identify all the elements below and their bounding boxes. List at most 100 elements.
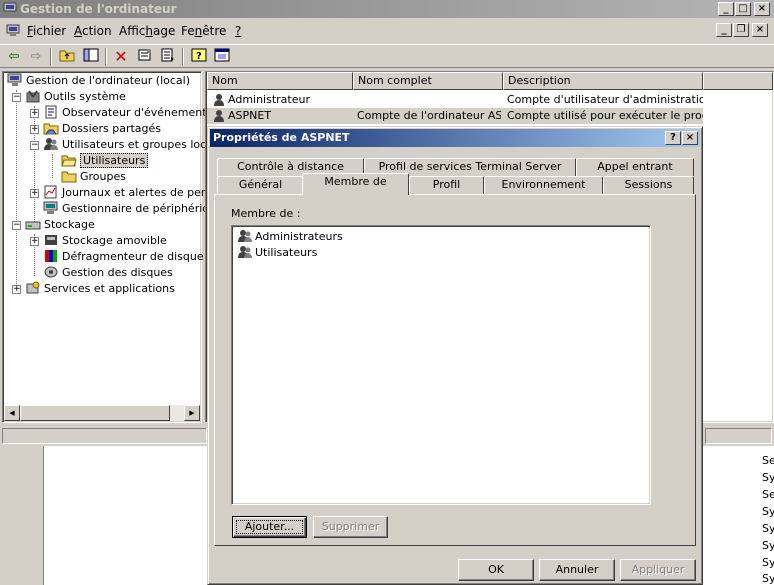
table-row[interactable]: ASPNET Compte de l'ordinateur AS... Comp… <box>207 108 703 124</box>
tree-expander[interactable]: − <box>30 141 39 150</box>
background-text: Sy <box>762 522 774 535</box>
tree-item-label: Services et applications <box>44 282 175 295</box>
tree-item-label: Gestion des disques <box>62 266 173 279</box>
tree-item-label: Dossiers partagés <box>62 122 162 135</box>
maximize-button[interactable]: □ <box>735 2 751 16</box>
mdi-minimize-button[interactable]: _ <box>716 23 732 37</box>
tree-connector <box>16 90 17 292</box>
tree-expander[interactable]: − <box>12 93 21 102</box>
tree-item-shared-folders[interactable]: Dossiers partagés <box>43 121 161 137</box>
folder-icon <box>61 171 77 183</box>
tree-item-services-apps[interactable]: Services et applications <box>25 281 175 297</box>
svg-text:?: ? <box>196 51 202 62</box>
column-header-description[interactable]: Description <box>503 72 703 90</box>
computer-management-icon <box>7 73 22 86</box>
scroll-right-button[interactable]: ▶ <box>184 405 200 421</box>
tree-item-system-tools[interactable]: Outils système <box>25 89 126 105</box>
background-text: Sy <box>762 572 774 585</box>
scroll-thumb[interactable] <box>20 405 170 421</box>
tree-item-disk-management[interactable]: Gestion des disques <box>43 265 173 281</box>
tree-item-removable-storage[interactable]: Stockage amovible <box>43 233 167 249</box>
list-item[interactable]: Utilisateurs <box>237 245 317 261</box>
tree-item-groups[interactable]: Groupes <box>61 169 126 185</box>
tree-item-local-users-groups[interactable]: Utilisateurs et groupes locaux <box>43 137 226 153</box>
tree-item-label: Stockage amovible <box>62 234 167 247</box>
tab-dial-in[interactable]: Appel entrant <box>576 158 694 176</box>
tab-sessions[interactable]: Sessions <box>603 176 694 194</box>
console-menu-icon[interactable] <box>6 24 20 37</box>
list-item[interactable]: Administrateurs <box>237 229 343 245</box>
main-title-bar[interactable]: Gestion de l'ordinateur _ □ × <box>0 0 774 18</box>
dialog-title: Propriétés de ASPNET <box>213 131 350 144</box>
defragmenter-icon <box>45 250 57 262</box>
tree-item-storage[interactable]: Stockage <box>25 217 95 233</box>
column-header-full-name[interactable]: Nom complet <box>353 72 503 90</box>
tree-item-device-manager[interactable]: Gestionnaire de périphériques <box>43 201 229 217</box>
tree-expander[interactable]: + <box>12 285 21 294</box>
tree-item-label: Utilisateurs <box>80 153 149 168</box>
tree-item-users[interactable]: Utilisateurs <box>61 153 149 169</box>
column-header-name[interactable]: Nom <box>207 72 353 90</box>
console-icon[interactable] <box>212 48 232 66</box>
menu-bar: Fichier Action Affichage Fenêtre ? _ ❐ × <box>0 20 774 42</box>
tree-item-event-viewer[interactable]: Observateur d'événements <box>43 105 212 121</box>
up-folder-icon[interactable] <box>57 48 77 66</box>
mdi-restore-button[interactable]: ❐ <box>733 23 749 37</box>
back-arrow-icon[interactable]: ⇦ <box>4 48 24 66</box>
tree-item-defragmenter[interactable]: Défragmenteur de disque <box>43 249 204 265</box>
mdi-close-button[interactable]: × <box>752 23 768 37</box>
tab-profile[interactable]: Profil <box>409 176 484 194</box>
remove-button[interactable]: Supprimer <box>313 516 388 538</box>
user-icon <box>214 110 224 122</box>
window-title: Gestion de l'ordinateur <box>20 2 177 16</box>
menu-help[interactable]: ? <box>235 24 241 38</box>
delete-icon[interactable]: ✕ <box>111 48 131 66</box>
close-button[interactable]: × <box>754 2 770 16</box>
dialog-title-bar[interactable]: Propriétés de ASPNET ? × <box>210 129 700 147</box>
tree-expander[interactable]: + <box>30 237 39 246</box>
menu-action[interactable]: Action <box>74 24 112 38</box>
menu-affichage[interactable]: Affichage <box>119 24 175 38</box>
menu-fenetre[interactable]: Fenêtre <box>181 24 226 38</box>
disk-management-icon <box>44 266 58 278</box>
tree-horizontal-scrollbar[interactable]: ◀ ▶ <box>4 405 200 421</box>
minimize-button[interactable]: _ <box>718 2 734 16</box>
tree-expander[interactable]: + <box>30 109 39 118</box>
background-text: Sy <box>762 505 774 518</box>
storage-icon <box>25 221 41 230</box>
tab-environment[interactable]: Environnement <box>484 176 603 194</box>
forward-arrow-icon[interactable]: ⇨ <box>26 48 46 66</box>
properties-dialog: Propriétés de ASPNET ? × Contrôle à dist… <box>207 126 703 585</box>
row-description: Compte utilisé pour exécuter le proc... <box>507 109 703 122</box>
tree-expander[interactable]: − <box>12 221 21 230</box>
dialog-help-button[interactable]: ? <box>665 131 681 145</box>
cancel-button[interactable]: Annuler <box>539 559 615 581</box>
status-pane <box>705 428 772 444</box>
properties-icon[interactable] <box>135 48 155 66</box>
performance-logs-icon <box>44 185 57 199</box>
tree-item-computer-management[interactable]: Gestion de l'ordinateur (local) <box>7 73 190 89</box>
help-icon[interactable]: ? <box>189 48 209 66</box>
tab-general[interactable]: Général <box>217 176 304 194</box>
tree-item-label: Utilisateurs et groupes locaux <box>62 138 227 151</box>
tree-pane[interactable]: − + + − + − + + Gestion de l'ordinateur … <box>2 71 258 423</box>
tree-expander[interactable]: + <box>30 125 39 134</box>
menu-fichier[interactable]: Fichier <box>27 24 66 38</box>
member-of-list[interactable]: Administrateurs Utilisateurs <box>231 225 651 505</box>
tree-item-label: Observateur d'événements <box>62 106 213 119</box>
export-list-icon[interactable] <box>158 48 178 66</box>
tab-member-of[interactable]: Membre de <box>302 173 409 195</box>
add-button[interactable]: Ajouter... <box>232 516 307 538</box>
dialog-close-button[interactable]: × <box>682 131 698 145</box>
ok-button[interactable]: OK <box>458 559 534 581</box>
tree-connector <box>52 154 53 178</box>
apply-button[interactable]: Appliquer <box>620 559 696 581</box>
row-full-name: Compte de l'ordinateur AS... <box>357 109 501 122</box>
tree-expander[interactable]: + <box>30 189 39 198</box>
show-tree-icon[interactable] <box>81 48 101 66</box>
shared-folders-icon <box>43 123 59 135</box>
event-viewer-icon <box>45 105 57 119</box>
add-button-label: Ajouter... <box>244 520 295 533</box>
system-tools-icon <box>26 90 40 103</box>
scroll-left-button[interactable]: ◀ <box>4 405 20 421</box>
